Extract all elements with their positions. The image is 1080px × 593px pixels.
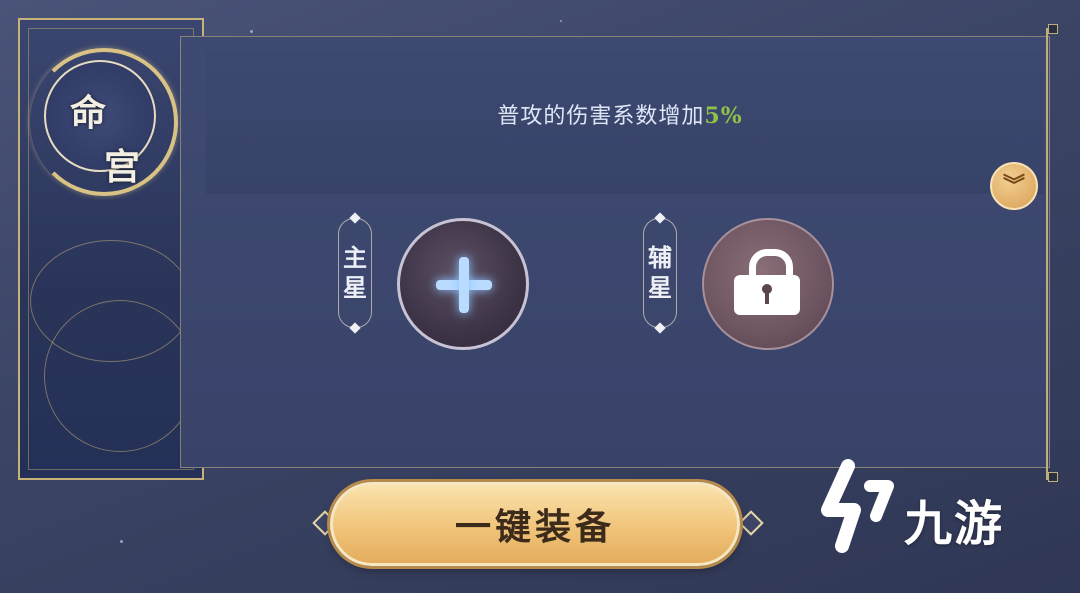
aux-star-label: 辅 星 [643, 218, 677, 328]
plus-icon-vertical [459, 257, 469, 313]
expand-button[interactable]: ︾ [990, 162, 1038, 210]
one-click-equip-button[interactable]: 一键装备 [330, 482, 740, 566]
effect-text: 普攻的伤害系数增加 [497, 104, 705, 129]
effect-value: 5% [704, 103, 743, 129]
main-star-label-char: 主 [343, 243, 367, 272]
rail-knob [1048, 24, 1058, 34]
main-star-label-char: 星 [343, 273, 367, 302]
rail-knob [1048, 472, 1058, 482]
effect-description: 普攻的伤害系数增加5% [0, 98, 1080, 130]
aux-star-label-char: 星 [648, 273, 672, 302]
panel-side-rail [1046, 28, 1058, 480]
background-sparkle [560, 20, 562, 22]
double-chevron-down-icon: ︾ [1002, 173, 1025, 199]
banner-wave-decoration [44, 300, 196, 452]
aux-star-label-char: 辅 [648, 243, 672, 272]
panel-title-char: 宫 [104, 146, 141, 188]
jiuyou-logo-icon [821, 459, 894, 553]
main-star-label: 主 星 [338, 218, 372, 328]
equip-right-ornament [738, 510, 764, 536]
watermark-text: 九游 [904, 496, 1005, 552]
background-sparkle [250, 30, 253, 33]
background-sparkle [120, 540, 123, 543]
lock-keyslot [765, 290, 769, 304]
